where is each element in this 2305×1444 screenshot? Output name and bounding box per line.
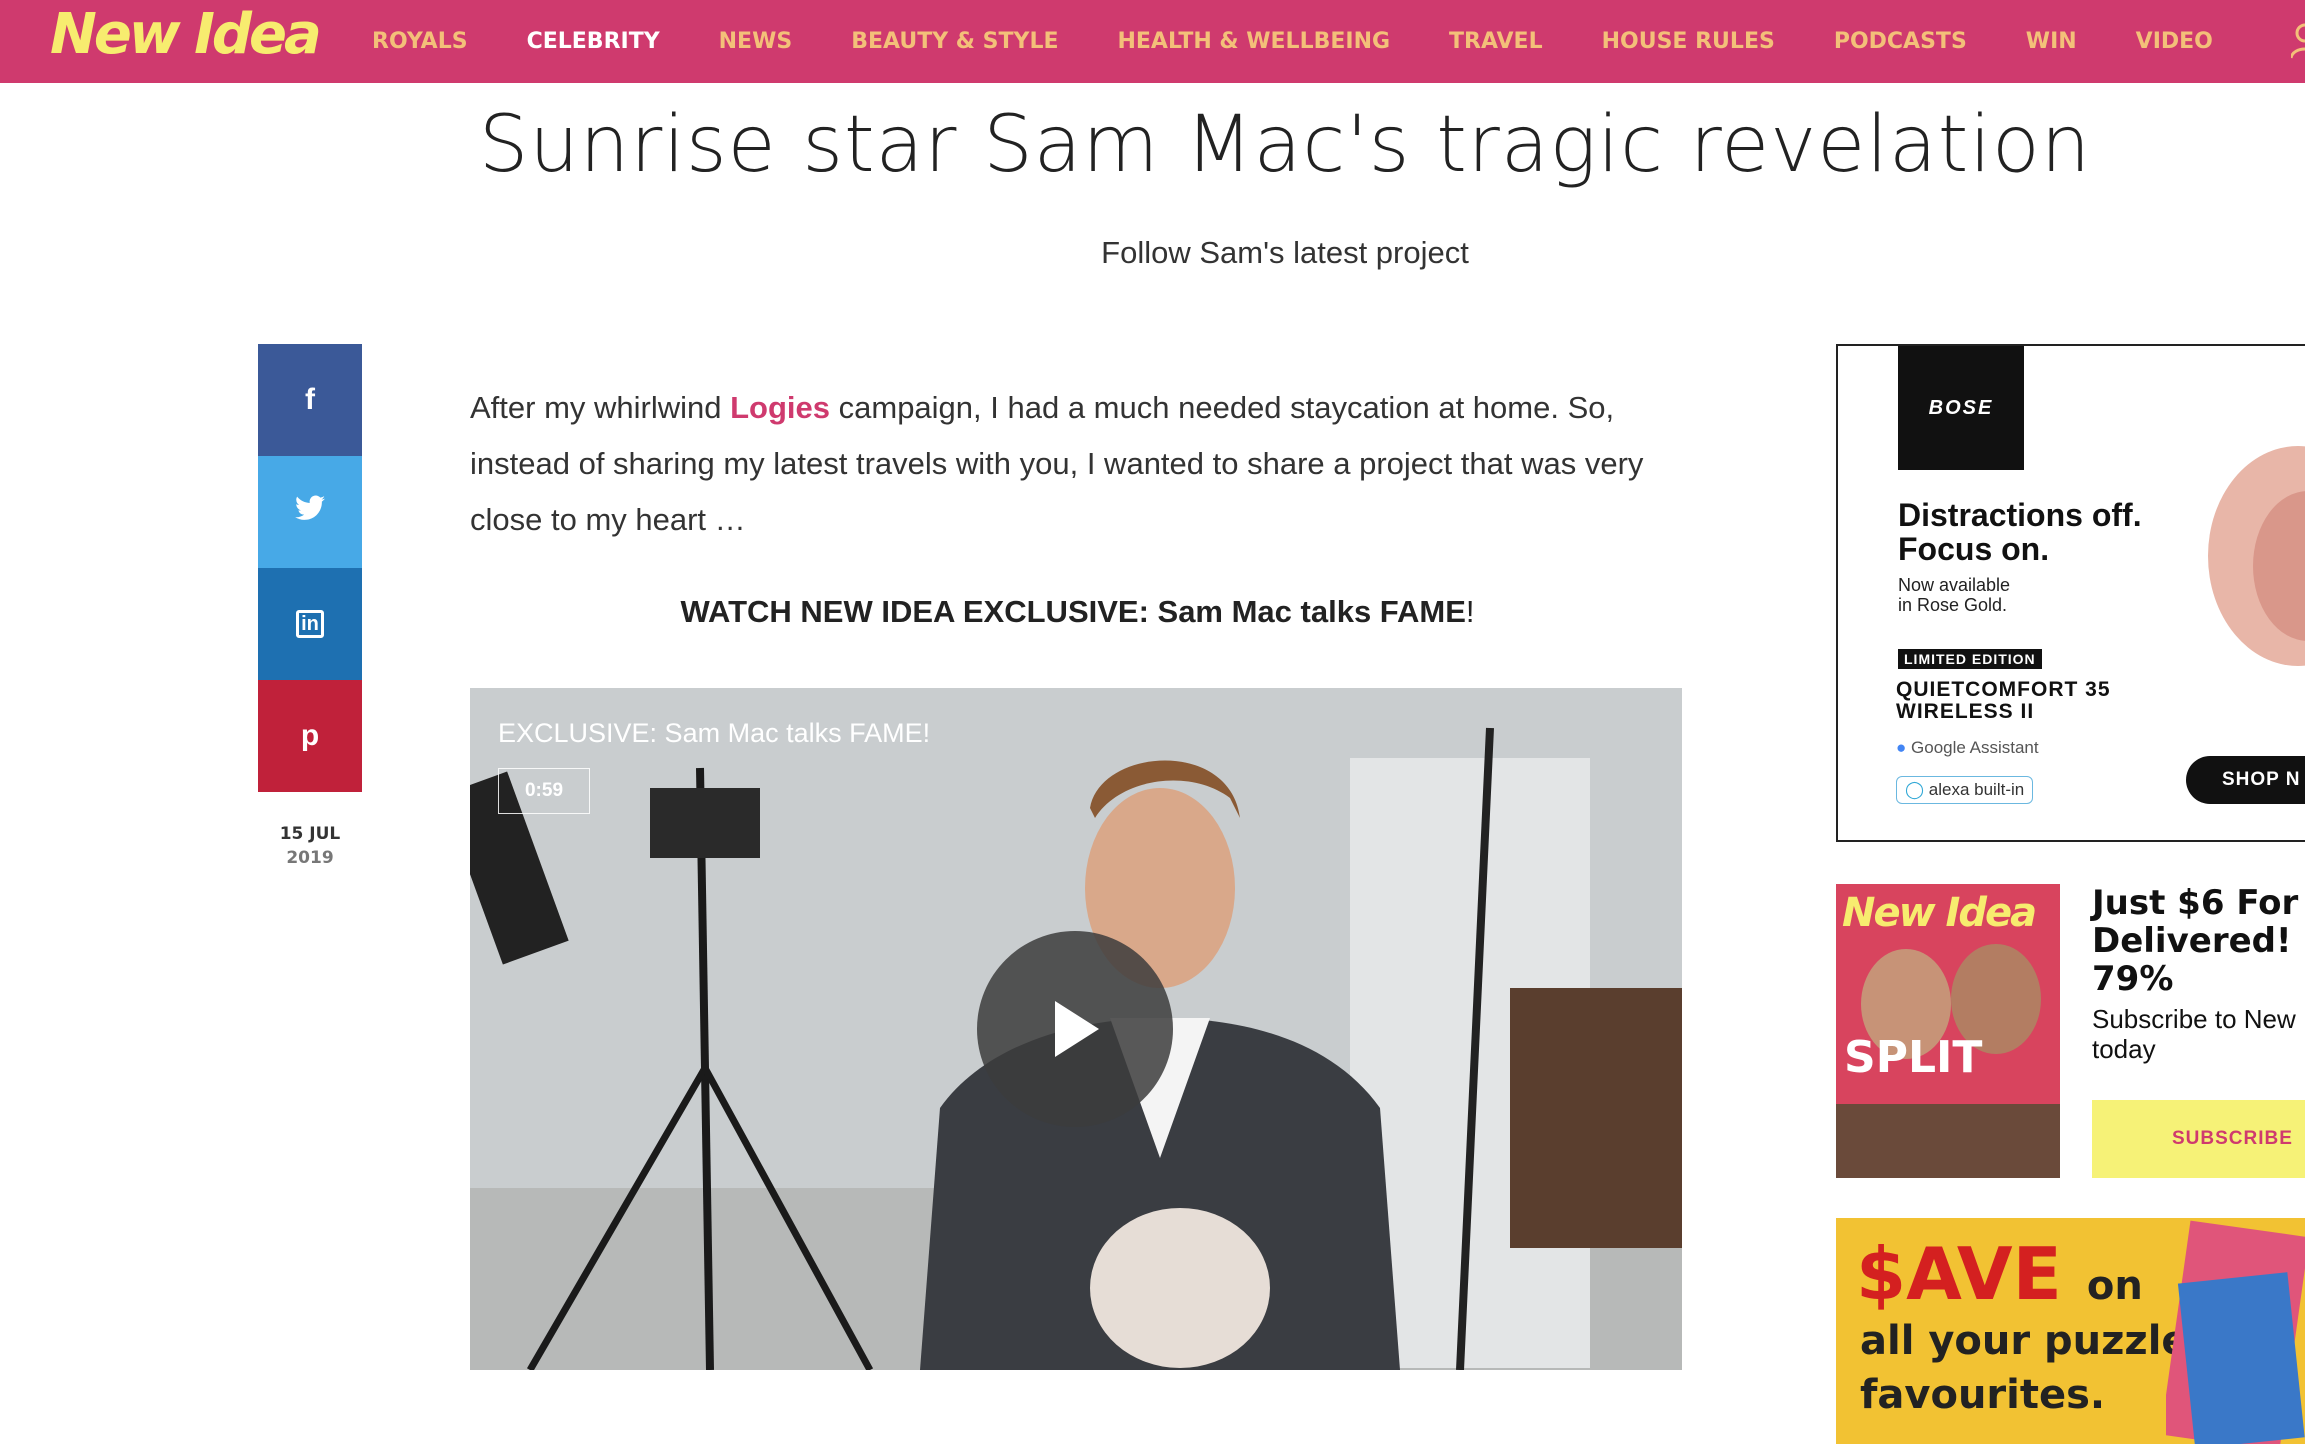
puzzle-advert[interactable]: $AVE on all your puzzle favourites.: [1836, 1218, 2305, 1444]
puzzle-save-amount: $AVE: [1856, 1232, 2062, 1316]
twitter-share-button[interactable]: [258, 456, 362, 568]
bose-subtext-line-2: in Rose Gold.: [1898, 595, 2008, 615]
watch-caption-end: !: [1465, 594, 1475, 629]
nav-win[interactable]: WIN: [2026, 29, 2077, 54]
publish-date-day: 15 JUL: [279, 824, 341, 844]
nav-travel[interactable]: TRAVEL: [1449, 29, 1543, 54]
magazine-cover[interactable]: New Idea SPLIT: [1836, 884, 2060, 1178]
article-title: Sunrise star Sam Mac's tragic revelation: [478, 100, 2092, 190]
logies-link[interactable]: Logies: [730, 390, 830, 425]
body-text-start: After my whirlwind: [470, 390, 731, 425]
twitter-icon: [295, 495, 325, 529]
linkedin-icon: in: [296, 610, 324, 638]
alexa-icon: ◯: [1905, 780, 1925, 799]
pinterest-icon: p: [300, 719, 320, 752]
subscribe-text: Subscribe to New today: [2092, 1004, 2296, 1064]
puzzle-save-text: $AVE on: [1856, 1232, 2143, 1316]
facebook-share-button[interactable]: f: [258, 344, 362, 456]
play-icon: [1055, 1001, 1099, 1057]
puzzle-line-2: favourites.: [1860, 1372, 2106, 1418]
google-assistant-text: Google Assistant: [1911, 738, 2039, 757]
headphones-image: [2208, 446, 2305, 666]
limited-edition-badge: LIMITED EDITION: [1898, 649, 2042, 669]
watch-caption-bold: WATCH NEW IDEA EXCLUSIVE: Sam Mac talks …: [680, 594, 1466, 629]
nav-royals[interactable]: ROYALS: [372, 29, 468, 54]
magazine-cover-headline: SPLIT: [1844, 1032, 1983, 1083]
nav-house-rules[interactable]: HOUSE RULES: [1602, 29, 1775, 54]
alexa-badge: ◯ alexa built-in: [1896, 776, 2034, 804]
magazine-cover-logo: New Idea: [1842, 890, 2037, 936]
nav-video[interactable]: VIDEO: [2136, 29, 2213, 54]
subscribe-title: Just $6 For 6 Delivered! - 79%: [2092, 883, 2305, 999]
bose-logo: BOSE: [1898, 346, 2024, 470]
subscribe-button[interactable]: SUBSCRIBE: [2092, 1100, 2305, 1178]
user-icon[interactable]: [2291, 20, 2305, 60]
bose-product-name: QUIETCOMFORT 35 WIRELESS II: [1896, 679, 2111, 723]
publish-date: 15 JUL 2019: [258, 822, 362, 870]
video-duration: 0:59: [498, 768, 590, 814]
video-player[interactable]: EXCLUSIVE: Sam Mac talks FAME! 0:59: [470, 688, 1682, 1370]
bose-advert[interactable]: BOSE Distractions off. Focus on. Now ava…: [1836, 344, 2305, 842]
play-button[interactable]: [977, 931, 1173, 1127]
site-header: New Idea ROYALS CELEBRITY NEWS BEAUTY & …: [0, 0, 2305, 83]
publish-date-year: 2019: [286, 848, 334, 868]
nav-celebrity[interactable]: CELEBRITY: [527, 29, 660, 54]
site-logo[interactable]: New Idea: [50, 2, 322, 67]
puzzle-line-1: all your puzzle: [1860, 1318, 2189, 1364]
google-assistant-icon: ●: [1896, 738, 1907, 757]
bose-headline-line-1: Distractions off.: [1898, 497, 2142, 533]
google-assistant-label: ● Google Assistant: [1896, 738, 2039, 758]
article-subtitle: Follow Sam's latest project: [1101, 235, 1469, 270]
facebook-icon: f: [305, 383, 315, 416]
share-bar: f in p: [258, 344, 362, 792]
puzzle-books-image: [2166, 1220, 2305, 1444]
bose-headline: Distractions off. Focus on.: [1898, 498, 2142, 566]
bose-subtext-line-1: Now available: [1898, 575, 2011, 595]
subscribe-text-line-2: today: [2092, 1034, 2156, 1064]
bose-product-line-2: WIRELESS II: [1896, 700, 2035, 723]
linkedin-share-button[interactable]: in: [258, 568, 362, 680]
alexa-text: alexa built-in: [1928, 780, 2025, 799]
pinterest-share-button[interactable]: p: [258, 680, 362, 792]
nav-beauty-style[interactable]: BEAUTY & STYLE: [851, 29, 1058, 54]
video-title: EXCLUSIVE: Sam Mac talks FAME!: [498, 718, 931, 748]
nav-podcasts[interactable]: PODCASTS: [1834, 29, 1967, 54]
puzzle-save-on: on: [2086, 1263, 2143, 1309]
nav-news[interactable]: NEWS: [719, 29, 793, 54]
nav-health-wellbeing[interactable]: HEALTH & WELLBEING: [1117, 29, 1390, 54]
article-body: After my whirlwind Logies campaign, I ha…: [470, 380, 1690, 548]
subscribe-text-line-1: Subscribe to New: [2092, 1004, 2296, 1034]
shop-now-button[interactable]: SHOP N: [2186, 756, 2305, 804]
main-nav: ROYALS CELEBRITY NEWS BEAUTY & STYLE HEA…: [372, 0, 2213, 83]
watch-caption: WATCH NEW IDEA EXCLUSIVE: Sam Mac talks …: [470, 594, 1685, 630]
bose-product-line-1: QUIETCOMFORT 35: [1896, 678, 2111, 701]
bose-subtext: Now available in Rose Gold.: [1898, 575, 2010, 615]
bose-headline-line-2: Focus on.: [1898, 531, 2050, 567]
